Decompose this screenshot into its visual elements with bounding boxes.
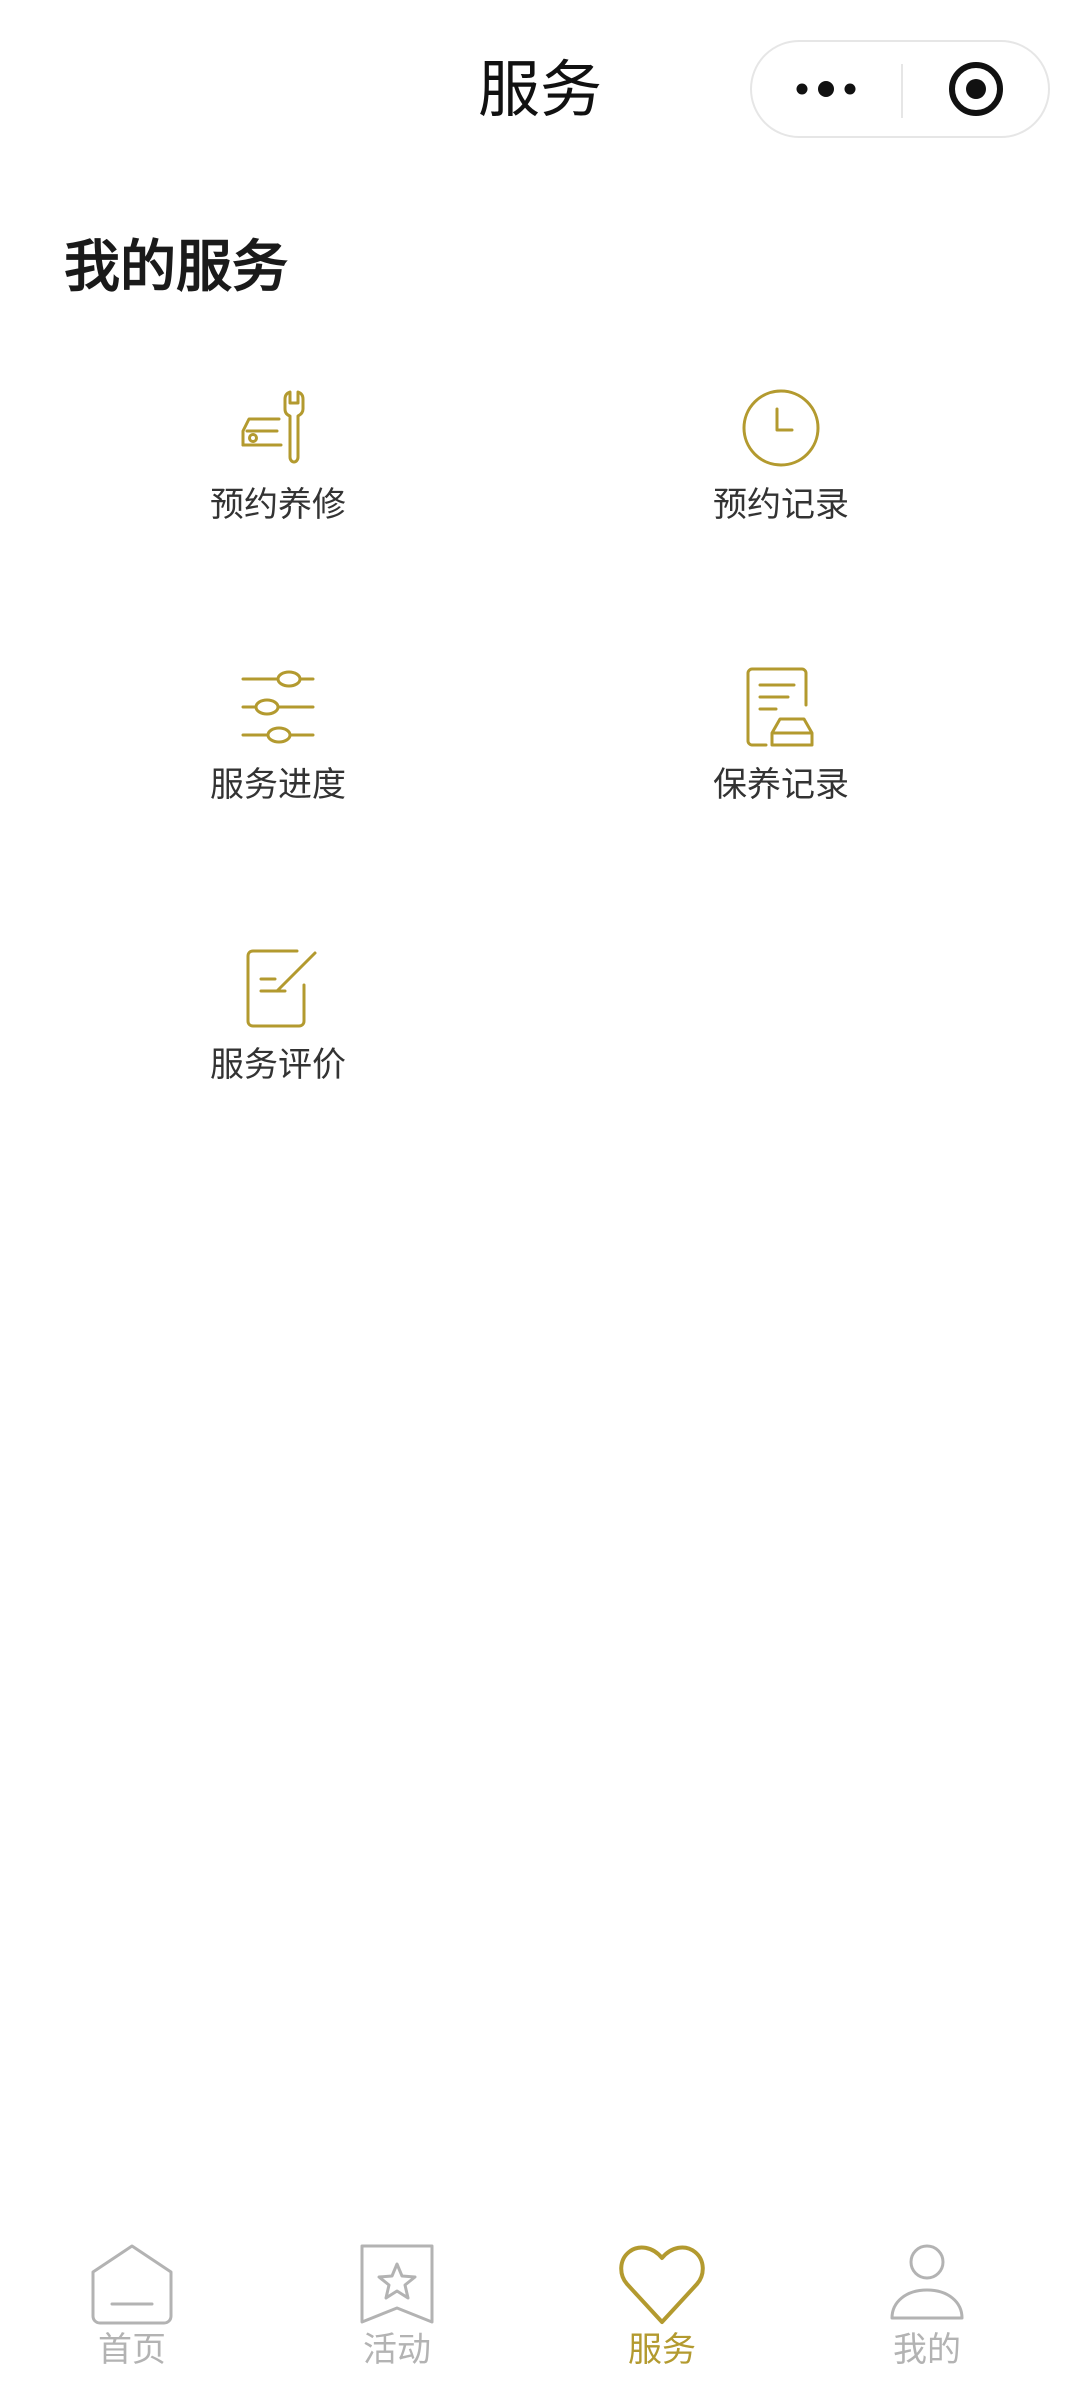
service-item-maintenance-records[interactable]: 保养记录 (631, 665, 931, 865)
tab-label: 我的 (893, 2330, 961, 2370)
service-label: 服务评价 (210, 1045, 346, 1085)
person-icon (890, 2244, 964, 2320)
more-dots-icon (796, 81, 856, 97)
sliders-icon (241, 670, 315, 744)
service-label: 保养记录 (713, 765, 849, 805)
tab-home[interactable]: 首页 (32, 2230, 232, 2400)
capsule-divider (901, 64, 903, 118)
bottom-tab-bar: 首页 活动 服务 我的 (0, 2230, 1080, 2400)
tab-label: 服务 (628, 2330, 696, 2370)
service-label: 服务进度 (210, 765, 346, 805)
tab-label: 首页 (98, 2330, 166, 2370)
car-wrench-icon (241, 390, 305, 464)
home-icon (91, 2244, 173, 2325)
service-label: 预约养修 (210, 485, 346, 525)
clock-icon (742, 389, 820, 467)
service-item-book-maintenance[interactable]: 预约养修 (128, 385, 428, 585)
target-close-icon (949, 62, 1003, 116)
tab-service[interactable]: 服务 (562, 2230, 762, 2400)
heart-icon (619, 2245, 705, 2324)
close-mini-program-button[interactable] (904, 42, 1048, 136)
service-item-service-progress[interactable]: 服务进度 (128, 665, 428, 865)
service-item-booking-records[interactable]: 预约记录 (631, 385, 931, 585)
car-document-icon (746, 667, 814, 747)
star-bookmark-icon (360, 2244, 434, 2324)
tab-label: 活动 (363, 2330, 431, 2370)
top-navigation-bar: 服务 (0, 0, 1080, 180)
more-button[interactable] (752, 42, 900, 136)
mini-program-capsule (750, 40, 1050, 138)
edit-document-icon (246, 949, 317, 1028)
service-item-service-review[interactable]: 服务评价 (128, 945, 428, 1145)
section-title: 我的服务 (64, 235, 288, 300)
tab-mine[interactable]: 我的 (827, 2230, 1027, 2400)
service-label: 预约记录 (713, 485, 849, 525)
tab-activity[interactable]: 活动 (297, 2230, 497, 2400)
